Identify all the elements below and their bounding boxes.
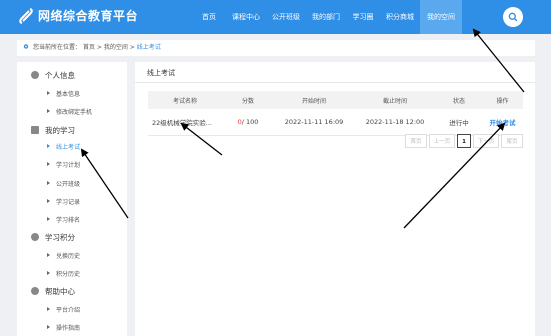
sidebar-item-points-history[interactable]: 积分历史 <box>17 266 127 280</box>
sidebar-item-label: 积分历史 <box>56 270 81 278</box>
sidebar-item-label: 线上考试 <box>56 143 81 151</box>
exam-table-header: 考试名称 分数 开始时间 截止时间 状态 操作 <box>148 91 523 109</box>
caret-right-icon <box>47 91 50 95</box>
exam-end-time: 2022-11-18 12:00 <box>365 118 425 126</box>
column-header-score: 分数 <box>241 97 254 105</box>
location-pin-icon <box>23 43 29 49</box>
table-row: 22级机械学院实验... 0 / 100 2022-11-11 16:09 20… <box>148 109 523 136</box>
breadcrumb: 您当前所在位置： 首页 > 我的空间 > 线上考试 <box>17 40 535 56</box>
sidebar-item-basic-info[interactable]: 基本信息 <box>17 86 127 100</box>
breadcrumb-sep: > <box>129 44 135 51</box>
sidebar-item-change-phone[interactable]: 修改绑定手机 <box>17 104 127 118</box>
breadcrumb-prefix: 您当前所在位置： <box>33 44 82 51</box>
sidebar-section-label: 帮助中心 <box>45 286 75 296</box>
nav-points-mall[interactable]: 积分商城 <box>380 0 420 34</box>
sidebar-item-study-record[interactable]: 学习记录 <box>17 194 127 208</box>
start-exam-label: 开始考试 <box>489 119 516 127</box>
nav-public-class[interactable]: 公开班级 <box>266 0 306 34</box>
sidebar-item-label: 基本信息 <box>56 90 81 98</box>
sidebar-item-user-guide[interactable]: 操作指南 <box>17 320 127 334</box>
site-title: 网络综合教育平台 <box>38 9 139 23</box>
caret-right-icon <box>47 162 50 166</box>
start-exam-button[interactable]: 开始考试 <box>482 109 523 135</box>
caret-right-icon <box>47 307 50 311</box>
top-navbar: 网络综合教育平台 首页 课程中心 公开班级 我的部门 学习圈 积分商城 我的空间 <box>0 0 551 34</box>
nav-my-department[interactable]: 我的部门 <box>306 0 346 34</box>
caret-right-icon <box>47 199 50 203</box>
help-icon <box>31 287 39 295</box>
column-header-exam-name: 考试名称 <box>172 97 197 105</box>
pager-next[interactable]: 下一页 <box>473 134 499 148</box>
sidebar-item-study-plan[interactable]: 学习计划 <box>17 157 127 171</box>
exam-status: 进行中 <box>449 119 469 127</box>
exam-start-time: 2022-11-11 16:09 <box>284 118 344 126</box>
search-icon <box>508 12 518 22</box>
sidebar-item-label: 修改绑定手机 <box>56 108 93 116</box>
pager-current[interactable]: 1 <box>457 134 471 148</box>
caret-right-icon <box>47 144 50 148</box>
pager-first[interactable]: 首页 <box>405 134 427 148</box>
caret-right-icon <box>47 253 50 257</box>
sidebar-section-label: 个人信息 <box>45 70 75 80</box>
breadcrumb-sep: > <box>96 44 102 51</box>
sidebar-item-exchange-history[interactable]: 兑换历史 <box>17 248 127 262</box>
main-panel: 线上考试 考试名称 分数 开始时间 截止时间 状态 操作 22级机械学院实验..… <box>135 62 535 336</box>
sidebar-item-label: 平台介绍 <box>56 306 81 314</box>
breadcrumb-my-space[interactable]: 我的空间 <box>104 44 128 51</box>
sidebar-section-label: 学习积分 <box>45 232 75 242</box>
sidebar-section-label: 我的学习 <box>45 125 75 135</box>
sidebar-item-study-rank[interactable]: 学习排名 <box>17 212 127 226</box>
pager-last[interactable]: 尾页 <box>501 134 523 148</box>
sidebar-item-label: 学习记录 <box>56 198 81 206</box>
title-divider <box>135 82 535 83</box>
sidebar-item-public-class[interactable]: 公开班级 <box>17 176 127 190</box>
column-header-status: 状态 <box>452 97 465 105</box>
sidebar-item-platform-intro[interactable]: 平台介绍 <box>17 302 127 316</box>
page-title: 线上考试 <box>147 69 175 77</box>
nav-study-circle[interactable]: 学习圈 <box>346 0 380 34</box>
sidebar-section-my-learning[interactable]: 我的学习 <box>17 122 127 138</box>
nav-course-center[interactable]: 课程中心 <box>226 0 266 34</box>
sidebar-item-label: 学习计划 <box>56 161 81 169</box>
user-icon <box>31 71 39 79</box>
caret-right-icon <box>47 271 50 275</box>
book-icon <box>31 126 39 134</box>
sidebar-item-label: 学习排名 <box>56 216 81 224</box>
logo-icon <box>19 7 33 24</box>
sidebar-section-personal-info[interactable]: 个人信息 <box>17 67 127 83</box>
caret-right-icon <box>47 217 50 221</box>
main-nav: 首页 课程中心 公开班级 我的部门 学习圈 积分商城 我的空间 <box>192 0 462 34</box>
exam-name: 22级机械学院实验... <box>152 119 212 127</box>
score-total: / 100 <box>241 118 259 126</box>
sidebar-section-study-points[interactable]: 学习积分 <box>17 229 127 245</box>
nav-my-space[interactable]: 我的空间 <box>420 0 462 34</box>
sidebar-item-label: 操作指南 <box>56 324 81 332</box>
search-button[interactable] <box>503 7 523 27</box>
caret-right-icon <box>47 109 50 113</box>
breadcrumb-home[interactable]: 首页 <box>83 44 95 51</box>
column-header-end-time: 截止时间 <box>382 97 407 105</box>
sidebar-item-label: 兑换历史 <box>56 252 81 260</box>
sidebar-section-help-center[interactable]: 帮助中心 <box>17 283 127 299</box>
nav-home[interactable]: 首页 <box>192 0 226 34</box>
column-header-action: 操作 <box>496 97 509 105</box>
caret-right-icon <box>47 325 50 329</box>
pager-prev[interactable]: 上一页 <box>429 134 455 148</box>
sidebar-item-label: 公开班级 <box>56 180 81 188</box>
breadcrumb-current: 线上考试 <box>136 44 161 51</box>
column-header-start-time: 开始时间 <box>301 97 326 105</box>
sidebar: 个人信息 基本信息 修改绑定手机 我的学习 线上考试 学习计划 公开班级 学习记… <box>17 62 127 336</box>
exam-score: 0 / 100 <box>222 109 274 135</box>
question-icon <box>31 233 39 241</box>
site-logo[interactable]: 网络综合教育平台 <box>18 7 138 24</box>
sidebar-item-online-exam[interactable]: 线上考试 <box>17 139 127 153</box>
caret-right-icon <box>47 181 50 185</box>
